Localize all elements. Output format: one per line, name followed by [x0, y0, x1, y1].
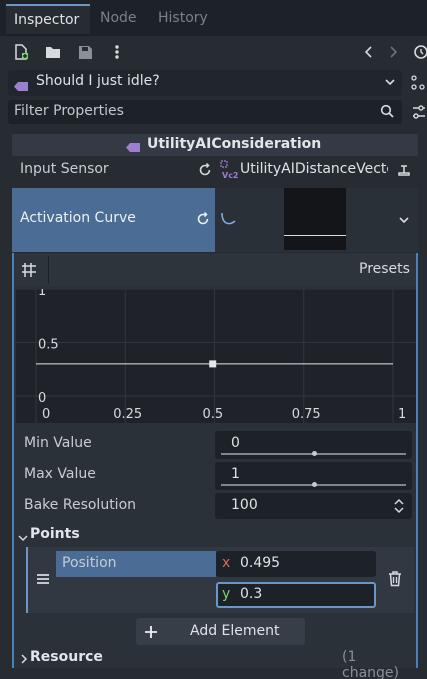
class-icon [126, 140, 140, 156]
toolbar-divider [48, 256, 49, 284]
bake-resolution-spinbox[interactable]: 100 [215, 493, 412, 519]
object-tree-icon[interactable] [408, 72, 427, 94]
curve-preview [284, 188, 346, 250]
history-forward-icon[interactable] [382, 41, 404, 63]
points-section-header[interactable]: Points [16, 526, 414, 546]
chevron-right-icon [20, 652, 28, 668]
spin-arrows-icon[interactable] [393, 498, 405, 518]
position-x-value: 0.495 [240, 555, 281, 571]
y-tick-label: 1 [38, 289, 46, 299]
add-icon [144, 625, 158, 643]
position-x-field[interactable]: x 0.495 [216, 551, 376, 577]
chevron-down-icon[interactable] [398, 214, 410, 230]
max-value-knob[interactable] [311, 482, 317, 487]
dock-tab-bar: Inspector Node History [0, 0, 427, 36]
presets-menu[interactable]: Presets [359, 261, 410, 277]
min-value-knob[interactable] [311, 451, 317, 456]
chevron-down-icon [384, 76, 396, 92]
y-tick-label: 0.5 [38, 338, 59, 353]
x-tick-label: 0.25 [113, 407, 142, 422]
bake-resolution-value: 100 [231, 497, 258, 513]
property-settings-icon[interactable] [408, 101, 427, 123]
curve-control-point[interactable] [209, 360, 217, 368]
input-sensor-value[interactable]: UtilityAIDistanceVecto [240, 161, 388, 177]
resource-label: Resource [30, 649, 103, 665]
position-y-value: 0.3 [240, 586, 263, 602]
x-axis-label: x [222, 555, 231, 571]
max-value-label: Max Value [24, 466, 96, 482]
min-value-label: Min Value [24, 435, 92, 451]
x-tick-label: 0.5 [203, 407, 224, 422]
filter-placeholder: Filter Properties [14, 103, 124, 119]
min-value-value: 0 [231, 435, 240, 451]
revert-curve-icon[interactable] [196, 211, 210, 230]
drag-handle-icon[interactable] [36, 573, 50, 589]
filter-properties-input[interactable]: Filter Properties [8, 100, 402, 124]
add-element-button[interactable]: Add Element [136, 618, 305, 645]
x-tick-label: 0 [42, 407, 50, 422]
search-icon [380, 104, 394, 122]
bake-resolution-label: Bake Resolution [24, 497, 137, 513]
curve-plot-svg[interactable]: 1 0.5 00 0.25 0.5 0.75 1 [16, 284, 416, 423]
resource-changes: (1 change) [342, 649, 399, 679]
sensor-class-icon: Vc2 [220, 160, 240, 180]
points-array-item: Position x 0.495 y 0.3 [26, 547, 414, 613]
tab-inspector[interactable]: Inspector [6, 4, 90, 34]
trash-icon[interactable] [388, 571, 402, 591]
max-value-slider[interactable]: 1 [215, 462, 412, 490]
more-vert-icon[interactable] [106, 41, 128, 63]
resource-section-header[interactable]: Resource (1 change) [16, 648, 414, 679]
object-selector[interactable]: Should I just idle? [8, 70, 402, 96]
save-icon[interactable] [74, 41, 96, 63]
history-icon[interactable] [409, 41, 427, 63]
inspector-toolbar [10, 40, 427, 64]
curve-editor-toolbar: Presets [14, 254, 416, 286]
resource-menu-icon[interactable] [393, 159, 415, 181]
open-folder-icon[interactable] [42, 41, 64, 63]
curve-resource-icon [221, 212, 237, 230]
activation-curve-row[interactable]: Activation Curve [12, 188, 215, 252]
tab-node[interactable]: Node [92, 4, 145, 34]
activation-curve-label: Activation Curve [20, 210, 136, 226]
history-back-icon[interactable] [358, 41, 380, 63]
resource-class-icon [14, 79, 28, 91]
revert-input-sensor-icon[interactable] [194, 159, 216, 181]
curve-resource-picker[interactable] [215, 188, 418, 252]
new-resource-icon[interactable] [10, 41, 32, 63]
x-tick-label: 0.75 [292, 407, 321, 422]
curve-preview-line [284, 235, 346, 236]
position-label: Position [62, 555, 117, 571]
x-tick-label: 1 [398, 407, 406, 422]
max-value-value: 1 [231, 466, 240, 482]
y-axis-label: y [222, 586, 231, 602]
input-sensor-label: Input Sensor [20, 161, 109, 177]
class-section-header[interactable]: UtilityAIConsideration [12, 134, 418, 156]
points-label: Points [30, 526, 80, 542]
svg-text:Vc2: Vc2 [222, 171, 239, 180]
position-y-field[interactable]: y 0.3 [216, 582, 376, 608]
curve-graph[interactable]: 1 0.5 0 0 0.25 0.5 0.75 1 [16, 284, 416, 423]
grid-snap-icon[interactable] [18, 259, 40, 281]
min-value-slider[interactable]: 0 [215, 431, 412, 459]
y-tick-label: 0 [38, 391, 46, 406]
position-label-row: Position [56, 551, 216, 577]
class-section-title: UtilityAIConsideration [147, 136, 322, 152]
tab-history[interactable]: History [150, 4, 216, 34]
object-selector-label: Should I just idle? [36, 73, 160, 89]
chevron-down-icon [18, 531, 28, 547]
add-element-label: Add Element [190, 623, 280, 639]
